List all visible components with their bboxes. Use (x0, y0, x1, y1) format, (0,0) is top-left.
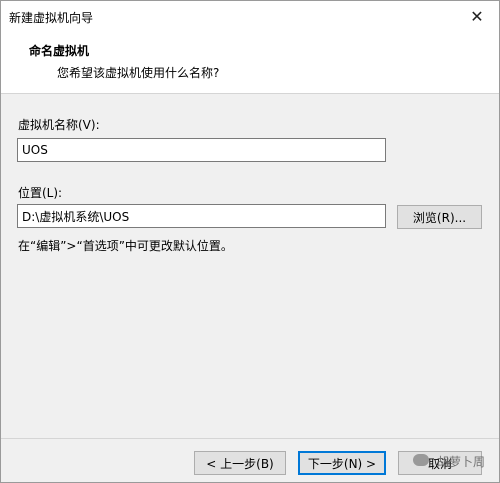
location-hint: 在“编辑”>“首选项”中可更改默认位置。 (18, 239, 233, 253)
window-title: 新建虚拟机向导 (9, 11, 94, 25)
wechat-icon (413, 454, 429, 466)
location-input[interactable]: D:\虚拟机系统\UOS (17, 204, 386, 228)
vm-name-label: 虚拟机名称(V): (18, 118, 100, 132)
page-title: 命名虚拟机 (29, 44, 90, 58)
next-button[interactable]: 下一步(N) > (298, 451, 386, 475)
wizard-window: 新建虚拟机向导 ✕ 命名虚拟机 您希望该虚拟机使用什么名称? 虚拟机名称(V):… (0, 0, 500, 483)
back-button[interactable]: < 上一步(B) (194, 451, 286, 475)
watermark-text: 胡萝卜周 (436, 455, 485, 469)
vm-name-input[interactable]: UOS (17, 138, 386, 162)
title-bar: 新建虚拟机向导 ✕ (1, 1, 499, 31)
location-label: 位置(L): (18, 186, 63, 200)
browse-button[interactable]: 浏览(R)... (397, 205, 482, 229)
wizard-header: 命名虚拟机 您希望该虚拟机使用什么名称? (1, 31, 499, 94)
page-subtitle: 您希望该虚拟机使用什么名称? (57, 66, 220, 80)
footer-divider (1, 438, 499, 439)
close-icon: ✕ (470, 6, 484, 26)
close-button[interactable]: ✕ (455, 1, 499, 31)
